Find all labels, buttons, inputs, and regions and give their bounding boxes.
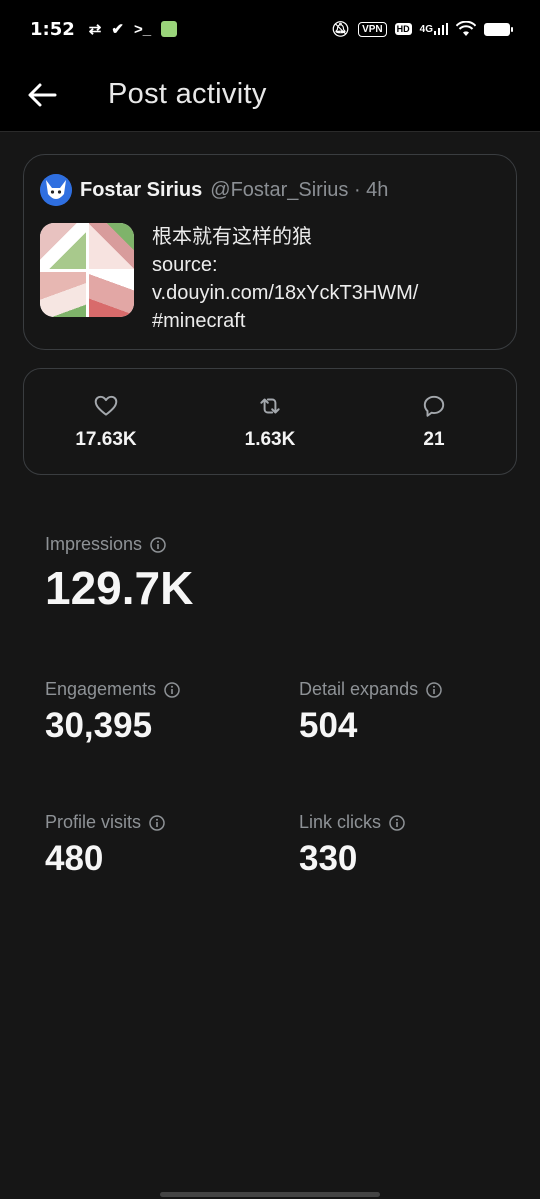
status-time: 1:52 <box>30 18 75 40</box>
profile-visits-value: 480 <box>45 839 104 878</box>
reposts-stat: 1.63K <box>188 369 352 474</box>
status-bar: 1:52 ⇄ ✔ >_ 🔕︎ VPN HD 4G <box>0 0 540 58</box>
notification-icons: ⇄ ✔ >_ <box>88 20 178 38</box>
detail-expands-label: Detail expands <box>299 679 419 699</box>
engagements-metric: Engagements 30,395 <box>45 679 180 746</box>
wifi-icon <box>456 21 476 36</box>
info-icon[interactable] <box>150 536 166 553</box>
heart-icon <box>94 395 118 416</box>
engagements-value: 30,395 <box>45 706 153 745</box>
post-text-line: 根本就有这样的狼 <box>152 226 312 248</box>
mute-icon: 🔕︎ <box>331 21 351 38</box>
engagements-label: Engagements <box>45 679 157 699</box>
author-handle: @Fostar_Sirius · 4h <box>210 178 389 201</box>
profile-visits-label: Profile visits <box>45 812 142 832</box>
system-icons: 🔕︎ VPN HD 4G <box>331 20 513 38</box>
likes-count: 17.63K <box>75 429 137 450</box>
sync-icon: ⇄ <box>88 21 102 38</box>
impressions-label: Impressions <box>45 534 143 554</box>
vpn-icon: VPN <box>358 21 387 37</box>
back-button[interactable] <box>12 65 72 125</box>
post-media-thumbnail[interactable] <box>40 223 134 317</box>
arrow-left-icon <box>28 83 57 106</box>
post-text: 根本就有这样的狼 source: v.douyin.com/18xYckT3HW… <box>152 223 418 335</box>
post-text-line: source: <box>152 254 218 276</box>
reposts-count: 1.63K <box>244 429 296 450</box>
post-link[interactable]: v.douyin.com/18xYckT3HWM/ <box>152 279 418 307</box>
avatar[interactable] <box>40 174 72 206</box>
engagement-summary-card: 17.63K 1.63K 21 <box>23 368 517 475</box>
fox-avatar-icon <box>40 174 72 206</box>
info-icon[interactable] <box>426 681 442 698</box>
battery-icon <box>484 22 513 36</box>
link-clicks-value: 330 <box>299 839 358 878</box>
page-title: Post activity <box>108 78 267 110</box>
post-body: 根本就有这样的狼 source: v.douyin.com/18xYckT3HW… <box>40 223 500 335</box>
terminal-icon: >_ <box>133 20 152 38</box>
thumbnail-image <box>40 271 86 317</box>
post-hashtag[interactable]: #minecraft <box>152 307 418 335</box>
impressions-metric: Impressions 129.7K <box>45 534 193 615</box>
impressions-value: 129.7K <box>45 562 194 614</box>
replies-stat: 21 <box>352 369 516 474</box>
link-clicks-label: Link clicks <box>299 812 382 832</box>
signal-icon: 4G <box>420 23 448 35</box>
author-name: Fostar Sirius <box>80 178 203 201</box>
detail-expands-metric: Detail expands 504 <box>299 679 442 746</box>
detail-expands-value: 504 <box>299 706 358 745</box>
info-icon[interactable] <box>389 814 405 831</box>
thumbnail-image <box>40 223 86 269</box>
info-icon[interactable] <box>149 814 165 831</box>
app-notification-icon <box>161 21 178 37</box>
reply-bubble-icon <box>423 395 445 417</box>
profile-visits-metric: Profile visits 480 <box>45 812 165 879</box>
likes-stat: 17.63K <box>24 369 188 474</box>
network-type: 4G <box>419 24 433 35</box>
send-icon: ✔ <box>111 21 124 38</box>
repost-icon <box>260 398 280 414</box>
hd-icon: HD <box>394 23 412 35</box>
home-indicator[interactable] <box>160 1192 380 1197</box>
replies-count: 21 <box>423 429 445 450</box>
info-icon[interactable] <box>164 681 180 698</box>
post-preview-card[interactable]: Fostar Sirius @Fostar_Sirius · 4h 根本就有这样… <box>23 154 517 350</box>
thumbnail-image <box>88 223 134 269</box>
link-clicks-metric: Link clicks 330 <box>299 812 405 879</box>
post-header: Fostar Sirius @Fostar_Sirius · 4h <box>40 173 500 207</box>
app-bar: Post activity <box>0 58 540 132</box>
thumbnail-image <box>88 271 134 317</box>
